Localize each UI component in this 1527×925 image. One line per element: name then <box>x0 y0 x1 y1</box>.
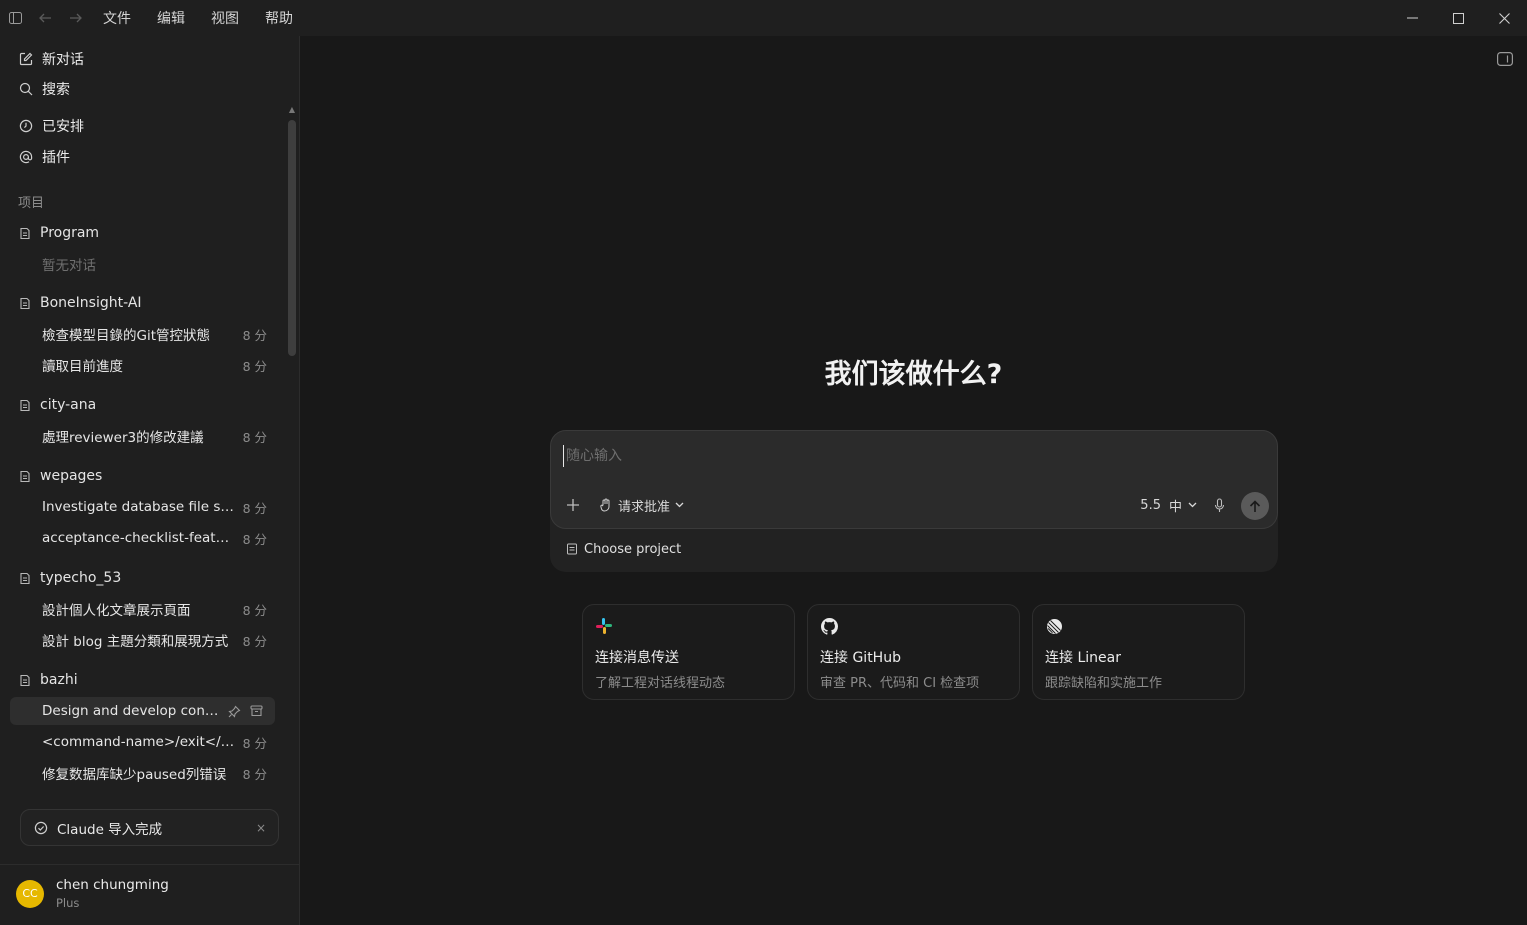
project-icon <box>18 469 32 483</box>
connect-messaging-card[interactable]: 连接消息传送 了解工程对话线程动态 <box>582 604 795 700</box>
project-name: wepages <box>40 468 103 484</box>
back-arrow-icon[interactable] <box>30 0 60 36</box>
forward-arrow-icon[interactable] <box>60 0 90 36</box>
toast-close-button[interactable]: × <box>256 821 266 835</box>
card-title: 连接 GitHub <box>820 650 901 666</box>
user-profile[interactable]: CC chen chungming Plus <box>16 877 169 910</box>
menu-view[interactable]: 视图 <box>198 0 252 36</box>
project-name: Program <box>40 225 100 241</box>
new-chat-label: 新对话 <box>42 52 84 68</box>
close-window-button[interactable] <box>1481 0 1527 36</box>
project-name: typecho_53 <box>40 570 122 586</box>
menu-file[interactable]: 文件 <box>90 0 144 36</box>
project-typecho-53[interactable]: typecho_53 <box>18 566 121 590</box>
approval-mode-dropdown[interactable]: 请求批准 <box>599 495 684 515</box>
new-chat-button[interactable]: 新对话 <box>18 47 84 71</box>
projects-section-label: 项目 <box>18 196 45 211</box>
project-icon <box>18 571 32 585</box>
user-name: chen chungming <box>56 877 169 893</box>
card-title: 连接消息传送 <box>595 650 679 666</box>
github-icon <box>820 617 838 635</box>
project-name: city-ana <box>40 397 97 413</box>
sidebar: 新对话 搜索 已安排 插件 项目 Program 暂无对话 BoneInsigh… <box>0 36 300 925</box>
title-bar: 文件 编辑 视图 帮助 <box>0 0 1527 36</box>
avatar: CC <box>16 879 44 908</box>
slack-icon <box>595 617 613 635</box>
search-label: 搜索 <box>42 82 70 98</box>
conversation-item[interactable]: 處理reviewer3的修改建議 8 分 <box>10 422 275 450</box>
conversation-item[interactable]: 檢查模型目錄的Git管控狀態 8 分 <box>10 320 275 348</box>
panel-toggle-icon[interactable] <box>1497 52 1514 67</box>
send-button[interactable] <box>1241 492 1269 520</box>
conversation-item[interactable]: 設計 blog 主題分類和展現方式 8 分 <box>10 626 275 654</box>
model-label: 5.5 <box>1140 497 1161 513</box>
compose-icon <box>18 51 34 67</box>
at-sign-icon <box>18 149 34 165</box>
minimize-button[interactable] <box>1389 0 1435 36</box>
conversation-item[interactable]: 修复数据库缺少paused列错误 8 分 <box>10 759 275 787</box>
composer-container: 请求批准 5.5 中 Choose pr <box>550 430 1278 572</box>
project-icon <box>18 398 32 412</box>
menu-help[interactable]: 帮助 <box>252 0 306 36</box>
toast-text: Claude 导入完成 <box>57 821 163 838</box>
card-subtitle: 了解工程对话线程动态 <box>595 676 726 691</box>
project-icon <box>566 543 578 555</box>
project-boneinsight-ai[interactable]: BoneInsight-AI <box>18 291 142 315</box>
clock-icon <box>18 118 34 134</box>
conversation-item[interactable]: 讀取目前進度 8 分 <box>10 351 275 379</box>
card-subtitle: 审查 PR、代码和 CI 检查项 <box>820 676 980 691</box>
approval-label: 请求批准 <box>618 499 671 515</box>
plugins-label: 插件 <box>42 150 70 166</box>
plugins-button[interactable]: 插件 <box>18 145 70 169</box>
project-name: bazhi <box>40 672 78 688</box>
maximize-button[interactable] <box>1435 0 1481 36</box>
archive-icon[interactable] <box>245 705 267 717</box>
project-name: BoneInsight-AI <box>40 295 142 311</box>
project-city-ana[interactable]: city-ana <box>18 393 96 417</box>
menu-edit[interactable]: 编辑 <box>144 0 198 36</box>
add-attachment-button[interactable] <box>563 495 583 515</box>
conversation-item-active[interactable]: Design and develop conve... <box>10 697 275 725</box>
user-plan: Plus <box>56 896 80 910</box>
project-icon <box>18 226 32 240</box>
project-wepages[interactable]: wepages <box>18 464 102 488</box>
message-input[interactable] <box>563 445 1263 467</box>
search-button[interactable]: 搜索 <box>18 77 70 101</box>
project-program[interactable]: Program <box>18 221 99 245</box>
conversation-item[interactable]: <command-name>/exit</co... 8 分 <box>10 728 275 756</box>
check-circle-icon <box>33 820 49 836</box>
connect-linear-card[interactable]: 连接 Linear 跟踪缺陷和实施工作 <box>1032 604 1245 700</box>
composer: 请求批准 5.5 中 <box>550 430 1278 529</box>
scroll-up-arrow-icon[interactable]: ▲ <box>288 106 296 114</box>
card-subtitle: 跟踪缺陷和实施工作 <box>1045 676 1163 691</box>
import-complete-toast: Claude 导入完成 × <box>20 809 279 846</box>
model-selector-dropdown[interactable]: 5.5 中 <box>1140 495 1197 515</box>
conversation-item[interactable]: acceptance-checklist-feature 8 分 <box>10 524 275 552</box>
hand-icon <box>599 498 613 512</box>
search-icon <box>18 81 34 97</box>
project-icon <box>18 296 32 310</box>
sidebar-toggle-icon[interactable] <box>0 0 30 36</box>
chevron-down-icon <box>675 502 684 508</box>
pin-icon[interactable] <box>223 705 245 718</box>
conversation-item[interactable]: 設計個人化文章展示頁面 8 分 <box>10 595 275 623</box>
scheduled-label: 已安排 <box>42 119 84 135</box>
page-title: 我们该做什么? <box>824 359 1003 390</box>
empty-conversations-placeholder: 暂无对话 <box>42 258 96 274</box>
connect-github-card[interactable]: 连接 GitHub 审查 PR、代码和 CI 检查项 <box>807 604 1020 700</box>
card-title: 连接 Linear <box>1045 650 1121 666</box>
project-bazhi[interactable]: bazhi <box>18 668 78 692</box>
conversation-item[interactable]: Investigate database file size i... 8 分 <box>10 493 275 521</box>
sidebar-divider <box>0 864 299 865</box>
microphone-icon[interactable] <box>1211 495 1227 515</box>
effort-label: 中 <box>1168 499 1182 515</box>
linear-icon <box>1045 617 1063 635</box>
main-area: 我们该做什么? 请求批准 5.5 中 <box>300 36 1527 925</box>
project-icon <box>18 673 32 687</box>
sidebar-scrollbar[interactable] <box>288 120 296 356</box>
choose-project-label: Choose project <box>584 541 682 557</box>
choose-project-button[interactable]: Choose project <box>566 537 681 561</box>
chevron-down-icon <box>1188 502 1197 508</box>
scheduled-button[interactable]: 已安排 <box>18 114 84 138</box>
